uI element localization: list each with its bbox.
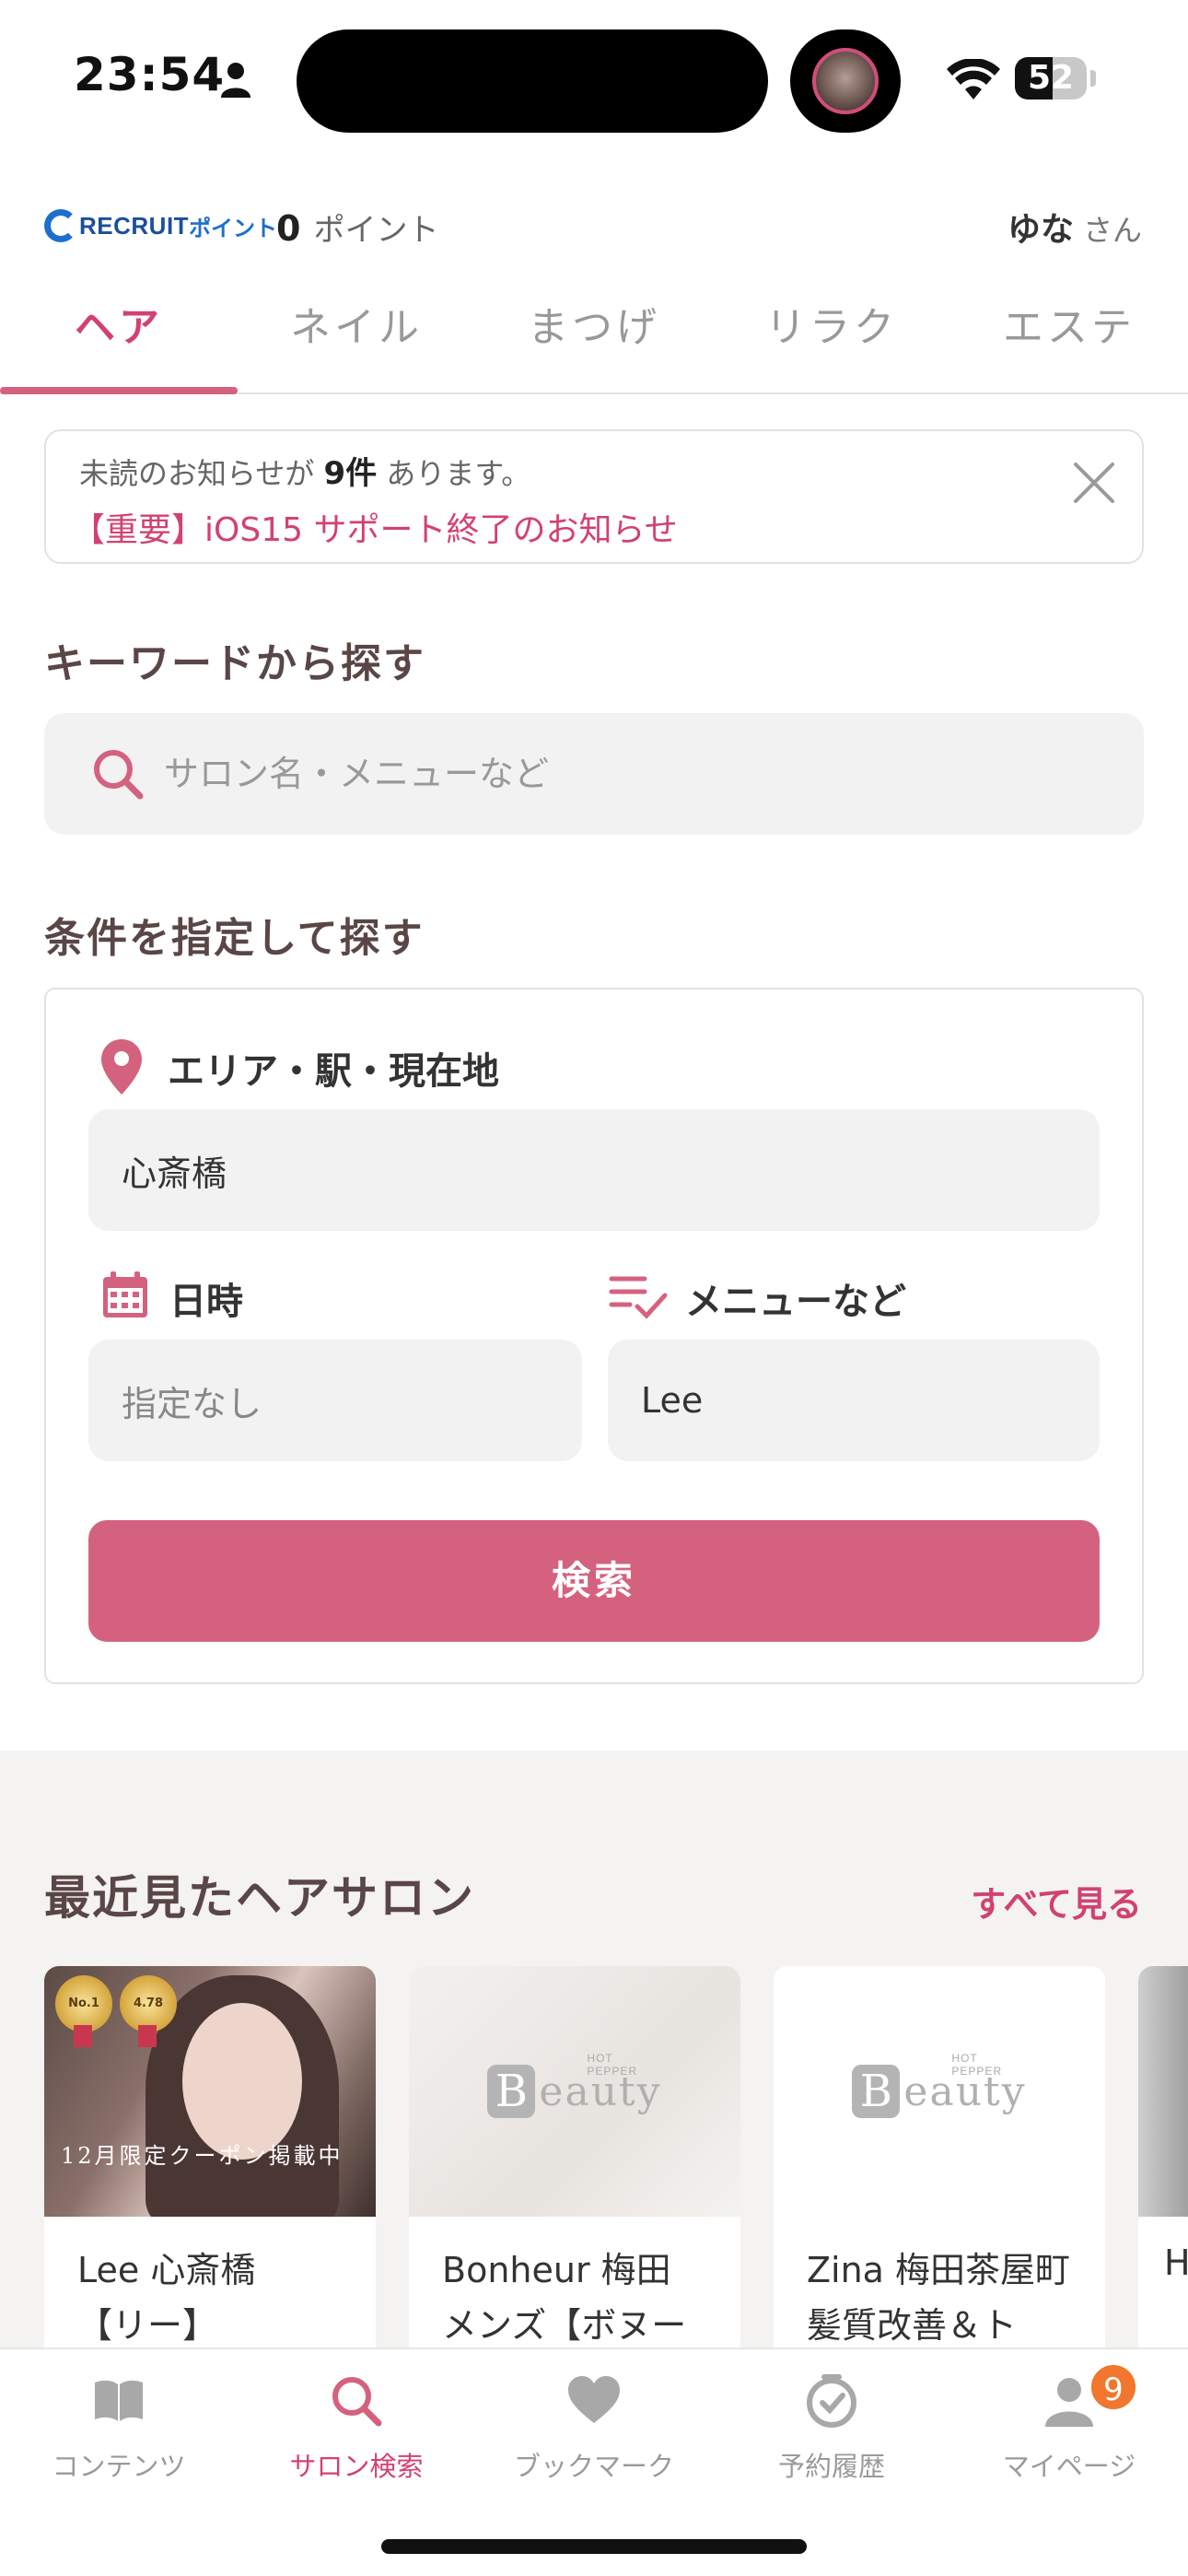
tabbar-label: サロン検索 — [289, 2451, 424, 2482]
battery-indicator: 52 — [1015, 57, 1087, 100]
tabbar-label: 予約履歴 — [777, 2451, 885, 2482]
heart-icon — [568, 2376, 620, 2423]
coupon-caption: 12月限定クーポン掲載中 — [61, 2143, 344, 2169]
salon-name: Lee 心斎橋 【リー】 — [77, 2242, 354, 2353]
search-button[interactable]: 検索 — [88, 1520, 1100, 1642]
date-label: 日時 — [169, 1281, 243, 1323]
notification-badge: 9 — [1089, 2362, 1138, 2412]
notice-banner[interactable]: 未読のお知らせが 9件 あります。 【重要】iOS15 サポート終了のお知らせ — [44, 429, 1144, 564]
tab-eyelash[interactable]: まつげ — [475, 286, 713, 394]
user-name: ゆな — [1007, 211, 1074, 249]
salon-photo — [1138, 1966, 1188, 2217]
menu-field[interactable]: Lee — [608, 1340, 1100, 1461]
see-all-link[interactable]: すべて見る — [971, 1876, 1142, 1926]
status-time: 23:54 — [74, 48, 226, 101]
search-icon — [332, 2377, 382, 2427]
notice-unread: 未読のお知らせが 9件 あります。 — [79, 448, 530, 493]
book-icon — [95, 2380, 143, 2421]
battery-percent: 52 — [1027, 59, 1075, 97]
salon-name-line1: Zina 梅田茶屋町 — [807, 2250, 1071, 2290]
rating-medal: 4.78 — [120, 1975, 177, 2032]
tabbar-bookmark[interactable]: ブックマーク — [475, 2349, 713, 2497]
tab-nail[interactable]: ネイル — [238, 286, 475, 394]
keyword-heading: キーワードから探す — [44, 640, 425, 687]
salon-card-partial[interactable]: H — [1138, 1966, 1188, 2371]
wifi-icon — [947, 59, 1000, 100]
tab-hair[interactable]: ヘア — [0, 286, 238, 394]
live-activity-avatar — [790, 29, 901, 133]
salon-name-line1: H — [1164, 2242, 1188, 2283]
user-suffix: さん — [1082, 213, 1142, 248]
salon-name-line1: Lee 心斎橋 — [77, 2250, 256, 2290]
date-field[interactable]: 指定なし — [88, 1340, 582, 1461]
home-indicator — [381, 2539, 807, 2554]
tabbar-my-page[interactable]: 9 マイページ — [950, 2349, 1188, 2497]
category-tabs: ヘア ネイル まつげ リラク エステ — [0, 286, 1188, 394]
logo-letter: B — [487, 2065, 536, 2118]
calendar-icon — [103, 1271, 147, 1317]
tab-esthetic[interactable]: エステ — [950, 286, 1188, 394]
points-value: 0 — [276, 208, 301, 249]
keyword-search-input[interactable] — [164, 713, 1103, 835]
logo-text: RECRUIT — [79, 211, 190, 240]
tabbar-reservation-history[interactable]: 予約履歴 — [713, 2349, 950, 2497]
notice-headline-link[interactable]: 【重要】iOS15 サポート終了のお知らせ — [72, 503, 678, 551]
conditions-card: エリア・駅・現在地 心斎橋 日時 指定なし メニューなど Lee 検索 — [44, 988, 1144, 1684]
tabbar-salon-search[interactable]: サロン検索 — [238, 2349, 475, 2497]
search-icon — [94, 750, 144, 800]
hotpepper-beauty-logo: B HOT PEPPER eauty — [774, 1966, 1105, 2217]
dynamic-island — [297, 29, 768, 133]
menu-checklist-icon — [609, 1276, 668, 1319]
person-icon — [221, 63, 250, 98]
menu-label: メニューなど — [685, 1281, 906, 1323]
salon-card[interactable]: No.1 4.78 12月限定クーポン掲載中 Lee 心斎橋 【リー】 — [44, 1966, 376, 2371]
close-icon[interactable] — [1070, 459, 1118, 507]
logo-sub: ポイント — [189, 216, 278, 241]
logo-small-text: HOT PEPPER — [587, 2051, 638, 2078]
logo-letter: B — [852, 2065, 901, 2118]
recruit-logo-mark — [44, 209, 77, 242]
active-tab-indicator — [0, 387, 238, 394]
tabbar-label: コンテンツ — [52, 2451, 186, 2482]
salon-name-line2: 髪質改善＆ト — [807, 2305, 1018, 2346]
tabbar-contents[interactable]: コンテンツ — [0, 2349, 238, 2497]
recruit-point-logo[interactable]: RECRUIT ポイント — [44, 205, 277, 247]
notice-suffix: あります。 — [386, 456, 531, 491]
salon-name: Zina 梅田茶屋町 髪質改善＆ト — [807, 2242, 1083, 2353]
tab-relaxation[interactable]: リラク — [713, 286, 950, 394]
tabbar-label: マイページ — [1002, 2451, 1136, 2482]
salon-name-line2: メンズ【ボヌー — [442, 2305, 687, 2346]
location-pin-icon — [101, 1039, 142, 1095]
header: RECRUIT ポイント 0 ポイント ゆな さん — [0, 193, 1188, 258]
status-bar: 23:54 52 — [0, 0, 1188, 157]
area-label: エリア・駅・現在地 — [168, 1050, 499, 1093]
salon-photo: No.1 4.78 12月限定クーポン掲載中 — [44, 1966, 376, 2217]
area-field[interactable]: 心斎橋 — [88, 1109, 1100, 1231]
points-display[interactable]: 0 ポイント — [276, 205, 438, 250]
hotpepper-beauty-logo: B HOT PEPPER eauty — [409, 1966, 740, 2217]
ranking-medal: No.1 — [55, 1975, 112, 2032]
salon-name-line1: Bonheur 梅田 — [442, 2250, 671, 2290]
user-greeting: ゆな さん — [1007, 203, 1142, 251]
salon-card[interactable]: B HOT PEPPER eauty Bonheur 梅田 メンズ【ボヌー — [409, 1966, 740, 2371]
conditions-heading: 条件を指定して探す — [44, 915, 425, 962]
recent-salons-title: 最近見たヘアサロン — [44, 1871, 475, 1925]
salon-card[interactable]: B HOT PEPPER eauty Zina 梅田茶屋町 髪質改善＆ト — [774, 1966, 1105, 2371]
notice-count: 9件 — [323, 455, 378, 492]
keyword-search-box[interactable] — [44, 713, 1144, 835]
tabbar-label: ブックマーク — [513, 2451, 674, 2482]
points-label: ポイント — [313, 212, 439, 249]
notice-prefix: 未読のお知らせが — [79, 456, 315, 491]
history-icon — [807, 2374, 856, 2428]
salon-name-line2: 【リー】 — [77, 2305, 218, 2346]
salon-name: Bonheur 梅田 メンズ【ボヌー — [442, 2242, 718, 2353]
logo-small-text: HOT PEPPER — [951, 2051, 1003, 2078]
recent-salons-section: 最近見たヘアサロン すべて見る No.1 4.78 12月限定クーポン掲載中 L… — [0, 1751, 1188, 2371]
